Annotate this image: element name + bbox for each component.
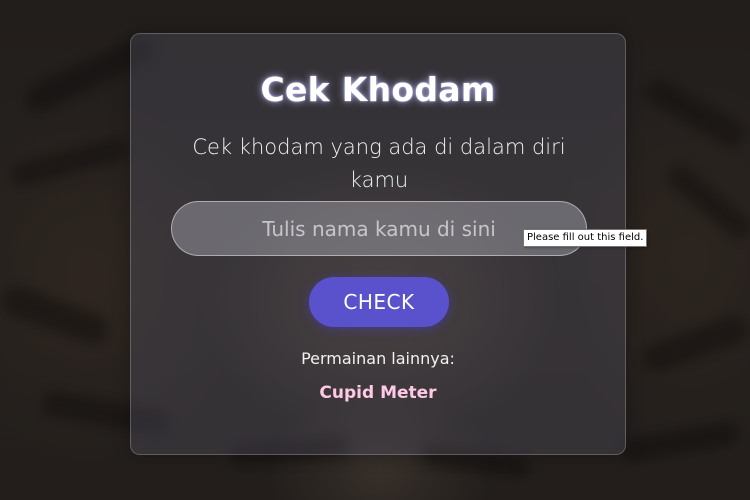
page-subtitle: Cek khodam yang ada di dalam diri kamu [192, 135, 566, 192]
page-title: Cek Khodam [260, 70, 496, 109]
other-games-label: Permainan lainnya: [301, 349, 455, 368]
check-button[interactable]: CHECK [309, 277, 449, 327]
cupid-meter-link[interactable]: Cupid Meter [131, 383, 625, 403]
validation-tooltip: Please fill out this field. [523, 229, 648, 247]
